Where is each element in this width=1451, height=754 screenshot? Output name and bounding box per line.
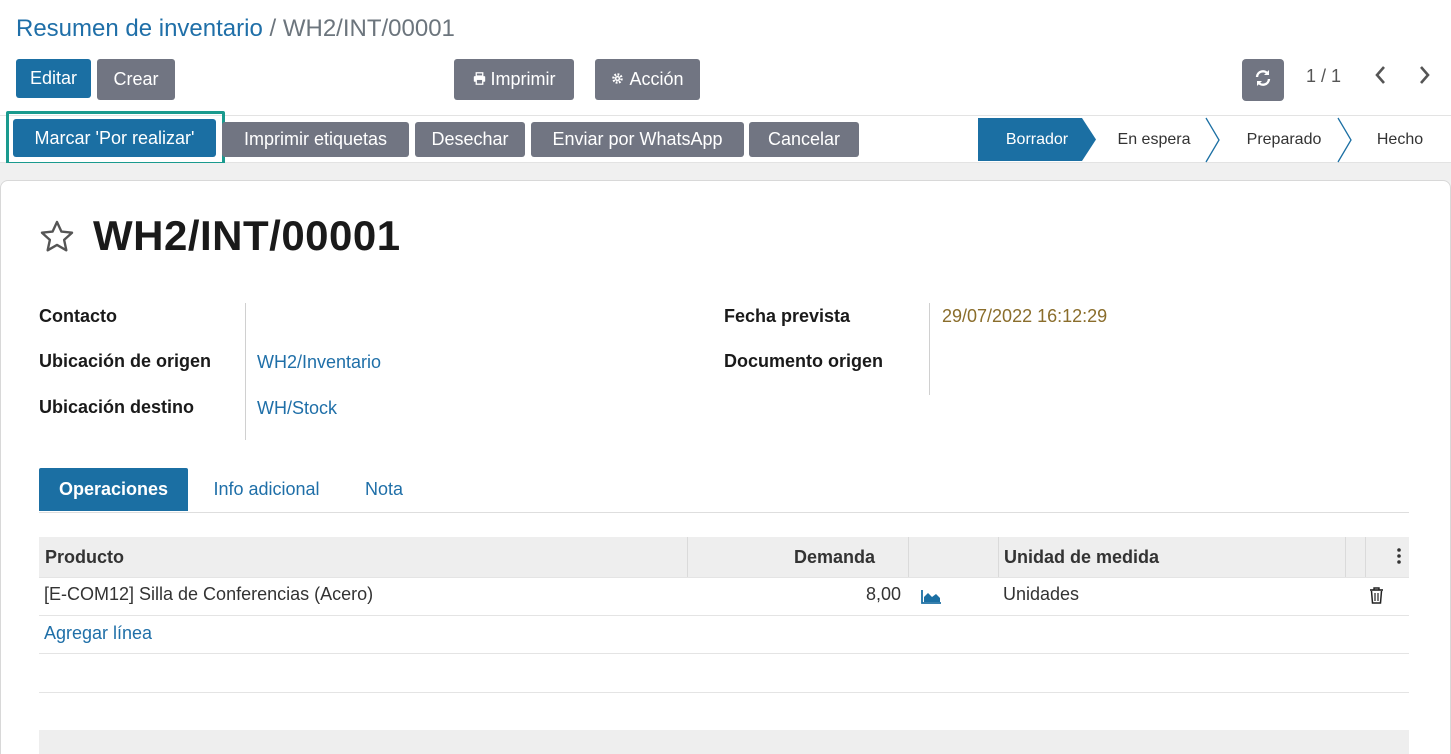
field-divider — [245, 303, 246, 440]
contact-label: Contacto — [39, 306, 117, 326]
tab-additional-info[interactable]: Info adicional — [196, 468, 337, 511]
tab-additional-info-label: Info adicional — [213, 479, 320, 499]
column-separator — [998, 537, 999, 577]
vertical-dots-icon[interactable] — [1395, 547, 1403, 565]
column-uom[interactable]: Unidad de medida — [1004, 537, 1159, 577]
print-button[interactable]: Imprimir — [454, 59, 574, 100]
stage-draft[interactable]: Borrador — [978, 118, 1096, 161]
printer-icon — [473, 71, 486, 88]
row-divider — [39, 577, 1409, 578]
stage-done-label: Hecho — [1376, 130, 1424, 148]
column-separator — [1345, 537, 1346, 577]
cancel-label: Cancelar — [767, 129, 841, 149]
breadcrumb-parent-link[interactable]: Resumen de inventario — [16, 15, 263, 42]
add-line-link[interactable]: Agregar línea — [44, 623, 152, 644]
column-separator — [1365, 537, 1366, 577]
stage-draft-label: Borrador — [1005, 130, 1069, 148]
mark-todo-button[interactable]: Marcar 'Por realizar' — [13, 119, 216, 157]
cancel-button[interactable]: Cancelar — [749, 122, 859, 157]
column-separator — [908, 537, 909, 577]
source-document-label: Documento origen — [724, 351, 884, 371]
edit-button-label: Editar — [29, 68, 78, 88]
action-button-label: Acción — [629, 69, 684, 89]
form-sheet — [0, 180, 1451, 754]
mark-todo-label: Marcar 'Por realizar' — [34, 127, 195, 148]
table-header — [39, 537, 1409, 577]
print-labels-button[interactable]: Imprimir etiquetas — [222, 122, 409, 157]
breadcrumb-separator: / — [269, 15, 277, 42]
destination-location-link[interactable]: WH/Stock — [257, 398, 337, 419]
tab-note[interactable]: Nota — [350, 468, 418, 511]
table-footer — [39, 730, 1409, 754]
trash-icon[interactable] — [1369, 587, 1384, 604]
uom-cell[interactable]: Unidades — [1003, 584, 1079, 605]
area-chart-icon[interactable] — [921, 589, 942, 604]
row-divider — [39, 653, 1409, 654]
record-title: WH2/INT/00001 — [93, 212, 401, 259]
scheduled-date-label: Fecha prevista — [724, 306, 851, 326]
demand-cell[interactable]: 8,00 — [866, 584, 901, 605]
refresh-icon — [1254, 69, 1272, 92]
refresh-button[interactable] — [1242, 59, 1284, 101]
tab-note-label: Nota — [364, 479, 404, 499]
send-whatsapp-label: Enviar por WhatsApp — [552, 129, 723, 149]
pager-value[interactable]: 1 / 1 — [1306, 66, 1341, 87]
column-separator — [687, 537, 688, 577]
print-labels-label: Imprimir etiquetas — [243, 129, 388, 149]
stage-waiting[interactable]: En espera — [1098, 118, 1210, 161]
gear-icon — [611, 72, 624, 88]
edit-button[interactable]: Editar — [16, 59, 91, 98]
field-divider — [929, 303, 930, 395]
tabs-underline — [39, 512, 1409, 513]
column-demand[interactable]: Demanda — [794, 537, 875, 577]
product-cell[interactable]: [E-COM12] Silla de Conferencias (Acero) — [44, 584, 373, 605]
create-button[interactable]: Crear — [97, 59, 175, 100]
pager-next-button[interactable] — [1418, 64, 1432, 92]
stage-done[interactable]: Hecho — [1355, 118, 1445, 161]
stage-ready[interactable]: Preparado — [1224, 118, 1344, 161]
stage-divider-chevron — [1337, 117, 1352, 163]
print-button-label: Imprimir — [490, 69, 556, 89]
row-divider — [39, 692, 1409, 693]
destination-location-label: Ubicación destino — [39, 397, 195, 417]
tab-operations[interactable]: Operaciones — [39, 468, 188, 511]
star-icon[interactable] — [38, 218, 76, 256]
breadcrumb: Resumen de inventario / WH2/INT/00001 — [16, 14, 455, 44]
source-location-link[interactable]: WH2/Inventario — [257, 352, 381, 373]
action-button[interactable]: Acción — [595, 59, 700, 100]
source-location-label: Ubicación de origen — [39, 351, 212, 371]
scrap-label: Desechar — [431, 129, 509, 149]
stage-divider-chevron — [1205, 117, 1220, 163]
pager-previous-button[interactable] — [1373, 64, 1387, 92]
scrap-button[interactable]: Desechar — [415, 122, 525, 157]
send-whatsapp-button[interactable]: Enviar por WhatsApp — [531, 122, 744, 157]
row-divider — [39, 615, 1409, 616]
column-product[interactable]: Producto — [45, 537, 124, 577]
scheduled-date-value[interactable]: 29/07/2022 16:12:29 — [942, 306, 1107, 327]
create-button-label: Crear — [113, 69, 159, 89]
stage-ready-label: Preparado — [1246, 130, 1322, 148]
breadcrumb-current: WH2/INT/00001 — [282, 15, 455, 42]
tab-operations-label: Operaciones — [58, 479, 169, 499]
stage-waiting-label: En espera — [1117, 130, 1191, 148]
